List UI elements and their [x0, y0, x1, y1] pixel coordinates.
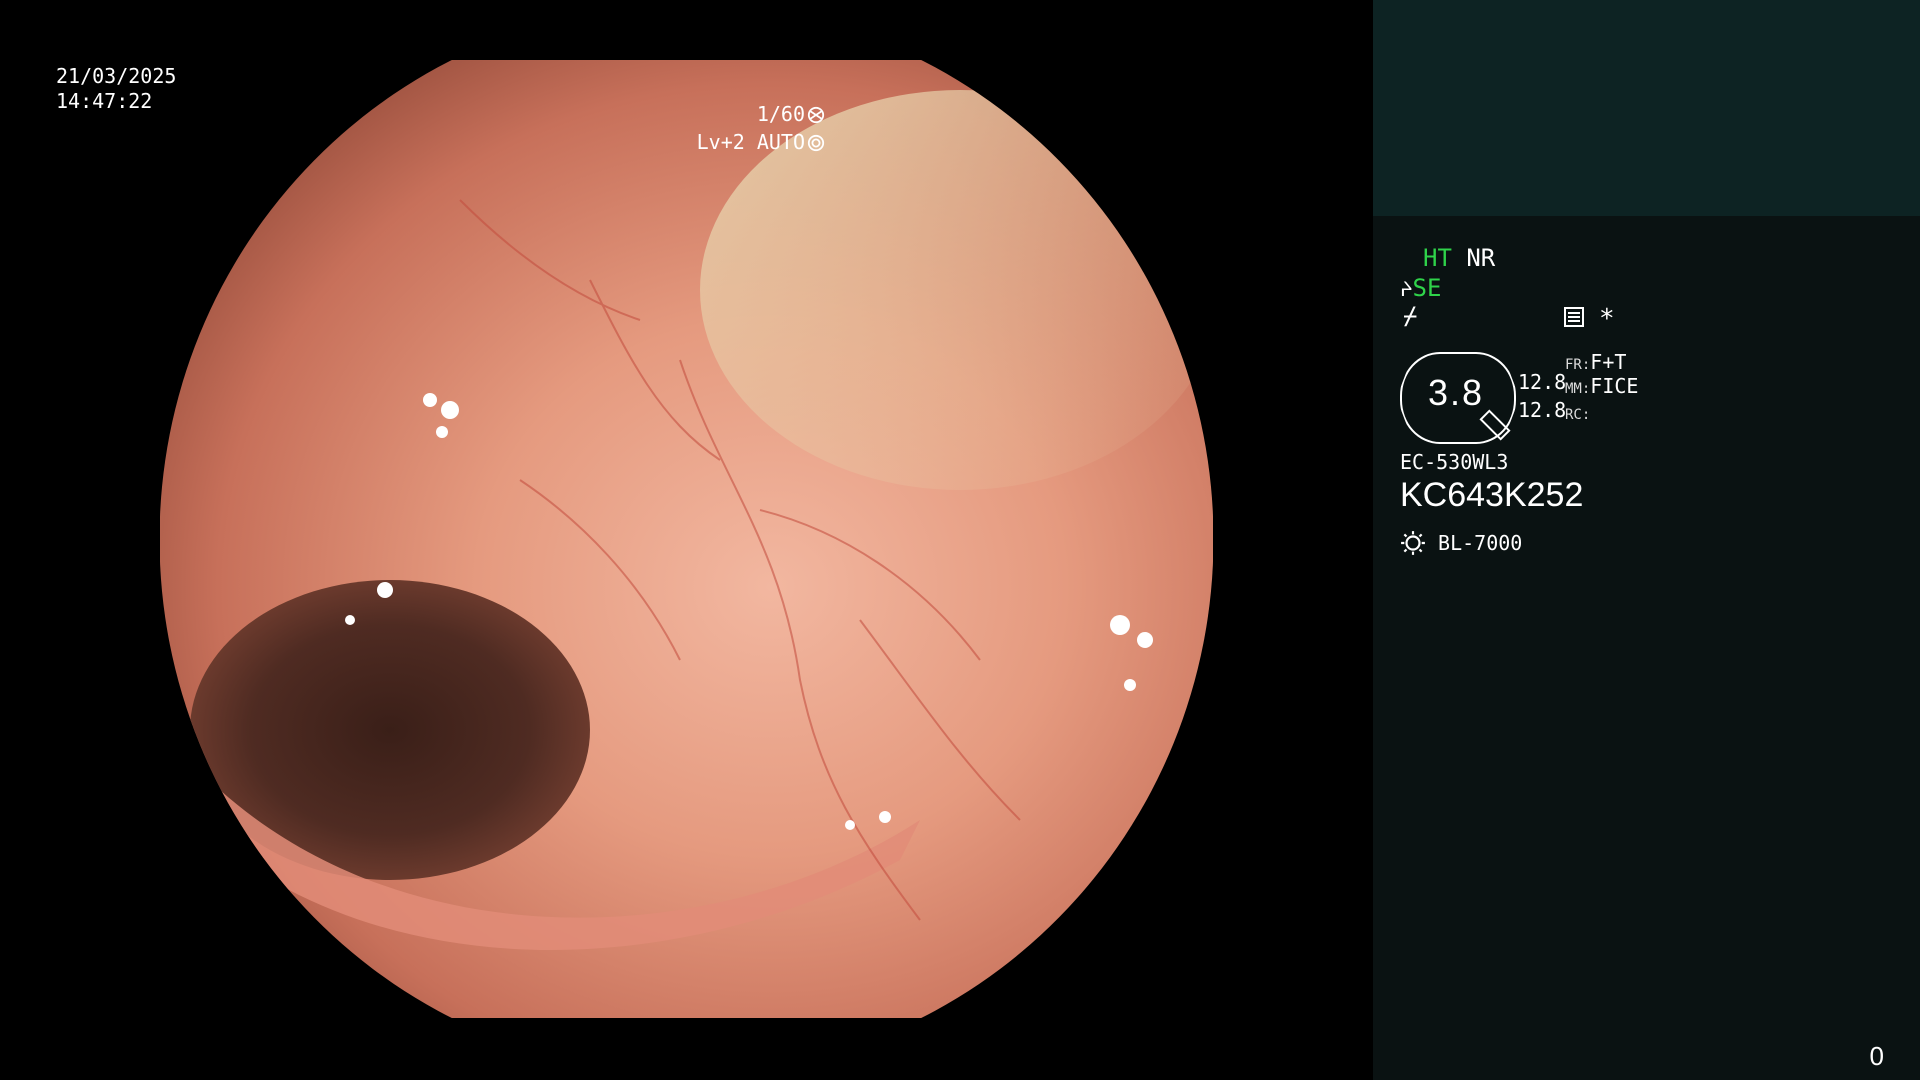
fr-row: FR:F+T [1565, 350, 1626, 374]
light-source-row: BL-7000 [1400, 530, 1522, 556]
processing-flags: HT NR [1423, 244, 1495, 272]
timestamp: 21/03/2025 14:47:22 [56, 64, 176, 114]
exposure-params: 1/60 Lv+2 AUTO [697, 100, 825, 156]
scope-serial: KC643K252 [1400, 476, 1584, 514]
shutter-speed: 1/60 [756, 102, 805, 126]
mm-row: MM:FICE [1565, 374, 1638, 398]
rc-label: RC: [1565, 407, 1591, 423]
endoscopic-view: 21/03/2025 14:47:22 1/60 Lv+2 AUTO [0, 0, 1373, 1080]
structure-icon: ᔨ [1400, 277, 1413, 301]
shutter-icon [807, 106, 825, 124]
se-row: ᔨSE [1400, 274, 1441, 302]
iris-mode: AUTO [756, 130, 805, 154]
scope-model: EC-530WL3 [1400, 450, 1509, 474]
image-counter: 0 [1869, 1041, 1884, 1071]
nr-flag: NR [1466, 244, 1496, 272]
se-flag: SE [1412, 274, 1442, 302]
magnification-value: 3.8 [1428, 372, 1485, 413]
ht-flag: HT [1423, 244, 1452, 272]
mm-value: FICE [1590, 374, 1639, 398]
light-source: BL-7000 [1438, 531, 1523, 555]
light-icon [1401, 531, 1425, 555]
brightness-level: Lv+2 [696, 130, 745, 154]
rc-row: RC: [1565, 400, 1590, 424]
fr-value: F+T [1590, 350, 1627, 374]
distance-2: 12.8 [1518, 398, 1567, 422]
memory-icon [1563, 306, 1585, 328]
endoscope-image [160, 60, 1213, 1018]
enhance-icon: ⌿ [1403, 302, 1418, 330]
distance-1: 12.8 [1518, 370, 1567, 394]
date: 21/03/2025 [56, 64, 177, 88]
asterisk-marker: * [1599, 304, 1615, 334]
mm-label: MM: [1565, 381, 1591, 397]
time: 14:47:22 [56, 89, 153, 113]
info-panel-header [1373, 0, 1920, 216]
iris-icon [807, 134, 825, 152]
info-panel: HT NR ᔨSE ⌿ * 3.8 12.8 12.8 FR:F+T MM:FI… [1373, 0, 1920, 1080]
fr-label: FR: [1565, 357, 1591, 373]
